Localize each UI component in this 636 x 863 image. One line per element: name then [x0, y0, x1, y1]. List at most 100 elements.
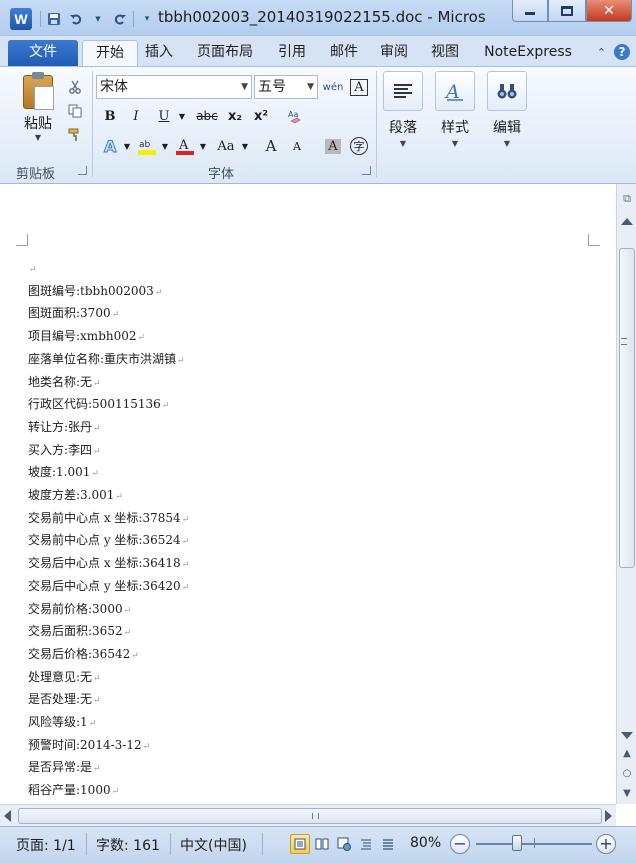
tab-insert[interactable]: 插入 [140, 40, 178, 66]
web-layout-view-icon[interactable] [334, 834, 354, 854]
editing-dropdown-icon[interactable]: ▼ [482, 139, 532, 148]
font-dialog-launcher-icon[interactable] [362, 166, 371, 175]
word-app-icon[interactable]: W [10, 8, 32, 30]
document-line[interactable]: 地类名称:无↵ [28, 372, 530, 395]
shrink-font-button[interactable]: A [286, 135, 308, 157]
font-name-dropdown-icon[interactable]: ▼ [241, 76, 248, 98]
format-painter-icon[interactable] [64, 123, 86, 147]
clear-formatting-icon[interactable]: Aa [284, 105, 306, 127]
cut-icon[interactable] [64, 75, 86, 99]
font-name-combo[interactable]: 宋体 ▼ [96, 75, 252, 99]
help-icon[interactable]: ? [614, 44, 630, 60]
text-effects-dropdown-icon[interactable]: ▼ [122, 135, 132, 157]
strikethrough-button[interactable]: abc [194, 105, 220, 127]
document-line[interactable]: 图斑面积:3700↵ [28, 303, 530, 326]
print-layout-view-icon[interactable] [290, 834, 310, 854]
document-line[interactable]: 交易前中心点 x 坐标:37854↵ [28, 508, 530, 531]
change-case-button[interactable]: Aa [214, 135, 238, 157]
character-shading-button[interactable]: A [322, 135, 344, 157]
collapse-ribbon-icon[interactable]: ⌃ [597, 46, 606, 59]
redo-icon[interactable] [109, 9, 131, 29]
document-body[interactable]: ↵ 图斑编号:tbbh002003↵ 图斑面积:3700↵ 项目编号:xmbh002↵… [28, 258, 530, 848]
editing-button[interactable] [487, 71, 527, 111]
scroll-right-icon[interactable] [605, 810, 612, 822]
page-indicator[interactable]: 页面: 1/1 [16, 835, 76, 855]
document-line[interactable]: 转让方:张丹↵ [28, 417, 530, 440]
document-line[interactable]: 交易前中心点 y 坐标:36524↵ [28, 530, 530, 553]
save-icon[interactable] [43, 9, 65, 29]
paste-button[interactable]: 粘贴 ▼ [16, 72, 60, 142]
tab-noteexpress[interactable]: NoteExpress [478, 40, 578, 66]
document-line[interactable]: 图斑编号:tbbh002003↵ [28, 281, 530, 304]
previous-page-icon[interactable]: ▲ [621, 748, 633, 760]
superscript-button[interactable]: x² [250, 105, 272, 127]
document-line[interactable]: 交易后价格:36542↵ [28, 644, 530, 667]
paragraph-dropdown-icon[interactable]: ▼ [378, 139, 428, 148]
zoom-out-button[interactable]: − [450, 834, 470, 854]
document-line[interactable]: 风险等级:1↵ [28, 712, 530, 735]
maximize-button[interactable] [548, 0, 586, 22]
character-border-icon[interactable]: A [348, 76, 370, 98]
zoom-level[interactable]: 80% [410, 835, 441, 851]
document-canvas[interactable]: ↵ 图斑编号:tbbh002003↵ 图斑面积:3700↵ 项目编号:xmbh002↵… [0, 184, 616, 843]
text-effects-icon[interactable]: A [100, 135, 122, 157]
document-line[interactable]: 交易前价格:3000↵ [28, 599, 530, 622]
document-line[interactable]: 座落单位名称:重庆市洪湖镇↵ [28, 349, 530, 372]
document-line[interactable]: 买入方:李四↵ [28, 440, 530, 463]
language-indicator[interactable]: 中文(中国) [180, 835, 247, 855]
document-line[interactable]: 项目编号:xmbh002↵ [28, 326, 530, 349]
draft-view-icon[interactable] [378, 834, 398, 854]
grow-font-button[interactable]: A [260, 135, 282, 157]
enclose-characters-button[interactable]: 字 [348, 135, 370, 157]
bold-button[interactable]: B [100, 105, 120, 127]
zoom-in-button[interactable]: + [596, 834, 616, 854]
change-case-dropdown-icon[interactable]: ▼ [240, 135, 250, 157]
tab-references[interactable]: 引用 [272, 40, 312, 66]
document-line[interactable]: 坡度:1.001↵ [28, 462, 530, 485]
outline-view-icon[interactable] [356, 834, 376, 854]
undo-icon[interactable] [65, 9, 87, 29]
document-line[interactable]: 处理意见:无↵ [28, 667, 530, 690]
scroll-up-icon[interactable] [621, 218, 633, 225]
tab-mailings[interactable]: 邮件 [324, 40, 364, 66]
tab-view[interactable]: 视图 [425, 40, 465, 66]
styles-dropdown-icon[interactable]: ▼ [430, 139, 480, 148]
horizontal-scrollbar[interactable] [0, 804, 616, 826]
italic-button[interactable]: I [126, 105, 146, 127]
word-count[interactable]: 字数: 161 [96, 835, 160, 855]
tab-review[interactable]: 审阅 [374, 40, 414, 66]
close-button[interactable]: ✕ [586, 0, 632, 22]
tab-file[interactable]: 文件 [8, 40, 78, 66]
document-line[interactable]: 行政区代码:500115136↵ [28, 394, 530, 417]
vertical-scroll-thumb[interactable] [619, 248, 635, 568]
horizontal-scroll-thumb[interactable] [18, 808, 602, 824]
tab-home[interactable]: 开始 [82, 40, 138, 66]
document-line[interactable]: 交易后中心点 x 坐标:36418↵ [28, 553, 530, 576]
subscript-button[interactable]: x₂ [224, 105, 246, 127]
document-line[interactable]: 坡度方差:3.001↵ [28, 485, 530, 508]
document-line[interactable]: 预警时间:2014-3-12↵ [28, 735, 530, 758]
undo-dropdown-icon[interactable]: ▼ [87, 9, 109, 29]
paste-dropdown-icon[interactable]: ▼ [16, 133, 60, 142]
document-line[interactable]: 是否异常:是↵ [28, 757, 530, 780]
underline-dropdown-icon[interactable]: ▼ [176, 105, 188, 127]
minimize-button[interactable] [512, 0, 548, 22]
highlight-dropdown-icon[interactable]: ▼ [160, 135, 170, 157]
font-size-dropdown-icon[interactable]: ▼ [307, 76, 314, 98]
zoom-slider-handle[interactable] [512, 835, 522, 851]
paragraph-button[interactable] [383, 71, 423, 111]
scroll-left-icon[interactable] [4, 810, 11, 822]
phonetic-guide-icon[interactable]: wén [322, 76, 344, 98]
ruler-toggle-icon[interactable]: ⧉ [619, 192, 635, 208]
document-line[interactable]: 交易后中心点 y 坐标:36420↵ [28, 576, 530, 599]
scroll-down-icon[interactable] [621, 732, 633, 739]
customize-qat-icon[interactable]: ▾ [136, 9, 158, 29]
document-line[interactable]: 交易后面积:3652↵ [28, 621, 530, 644]
tab-page-layout[interactable]: 页面布局 [190, 40, 260, 66]
underline-button[interactable]: U [154, 105, 174, 127]
vertical-scrollbar[interactable]: ⧉ ▲ ○ ▼ [616, 184, 636, 804]
font-color-icon[interactable]: A [174, 135, 196, 157]
highlight-color-icon[interactable]: ab [136, 135, 158, 157]
document-line[interactable]: 是否处理:无↵ [28, 689, 530, 712]
styles-button[interactable]: A [435, 71, 475, 111]
